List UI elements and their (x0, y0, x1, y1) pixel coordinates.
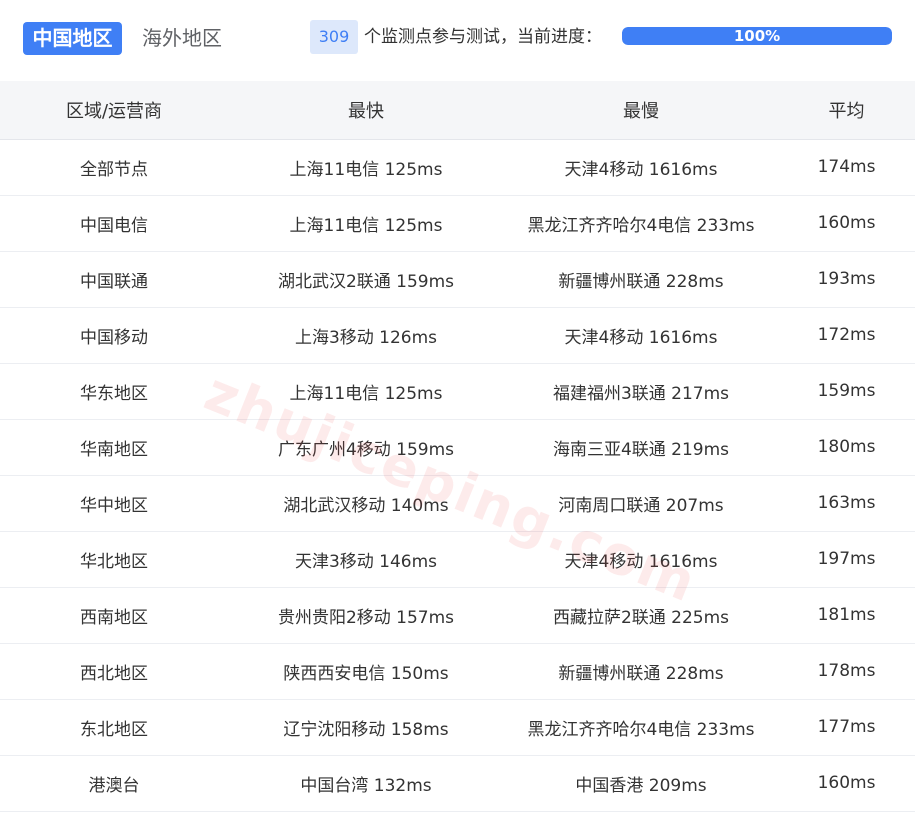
slowest-cell: 海南三亚4联通 219ms (504, 419, 778, 476)
region-cell: 华东地区 (0, 363, 228, 420)
table-row: 中国移动 上海3移动 126ms 天津4移动 1616ms 172ms (0, 307, 915, 364)
fastest-cell: 上海3移动 126ms (228, 307, 504, 364)
region-cell: 中国联通 (0, 251, 228, 308)
table-row: 西北地区 陕西西安电信 150ms 新疆博州联通 228ms 178ms (0, 643, 915, 700)
progress-status-text: 个监测点参与测试，当前进度： (364, 27, 602, 47)
region-cell: 西南地区 (0, 587, 228, 644)
top-bar: 中国地区 海外地区 309 个监测点参与测试，当前进度： 100% (0, 0, 915, 78)
column-header-slowest: 最慢 (504, 81, 778, 140)
column-header-fastest: 最快 (228, 81, 504, 140)
region-cell: 中国电信 (0, 195, 228, 252)
table-row: 华中地区 湖北武汉移动 140ms 河南周口联通 207ms 163ms (0, 475, 915, 532)
average-cell: 180ms (778, 419, 915, 476)
table-row: 华北地区 天津3移动 146ms 天津4移动 1616ms 197ms (0, 531, 915, 588)
progress-percent-label: 100% (733, 27, 781, 45)
average-cell: 172ms (778, 307, 915, 364)
average-cell: 181ms (778, 587, 915, 644)
fastest-cell: 陕西西安电信 150ms (228, 643, 504, 700)
slowest-cell: 天津4移动 1616ms (504, 139, 778, 196)
fastest-cell: 湖北武汉2联通 159ms (228, 251, 504, 308)
average-cell: 193ms (778, 251, 915, 308)
region-cell: 港澳台 (0, 755, 228, 812)
average-cell: 197ms (778, 531, 915, 588)
slowest-cell: 天津4移动 1616ms (504, 307, 778, 364)
results-table: 区域/运营商 最快 最慢 平均 全部节点 上海11电信 125ms 天津4移动 16… (0, 81, 915, 812)
slowest-cell: 福建福州3联通 217ms (504, 363, 778, 420)
table-row: 中国电信 上海11电信 125ms 黑龙江齐齐哈尔4电信 233ms 160ms (0, 195, 915, 252)
fastest-cell: 上海11电信 125ms (228, 363, 504, 420)
average-cell: 159ms (778, 363, 915, 420)
table-row: 港澳台 中国台湾 132ms 中国香港 209ms 160ms (0, 755, 915, 812)
slowest-cell: 天津4移动 1616ms (504, 531, 778, 588)
slowest-cell: 新疆博州联通 228ms (504, 251, 778, 308)
table-row: 华东地区 上海11电信 125ms 福建福州3联通 217ms 159ms (0, 363, 915, 420)
region-cell: 中国移动 (0, 307, 228, 364)
average-cell: 160ms (778, 755, 915, 812)
region-cell: 西北地区 (0, 643, 228, 700)
fastest-cell: 中国台湾 132ms (228, 755, 504, 812)
table-body: 全部节点 上海11电信 125ms 天津4移动 1616ms 174ms 中国电信 上海1… (0, 139, 915, 812)
table-row: 中国联通 湖北武汉2联通 159ms 新疆博州联通 228ms 193ms (0, 251, 915, 308)
fastest-cell: 广东广州4移动 159ms (228, 419, 504, 476)
average-cell: 178ms (778, 643, 915, 700)
table-row: 华南地区 广东广州4移动 159ms 海南三亚4联通 219ms 180ms (0, 419, 915, 476)
slowest-cell: 河南周口联通 207ms (504, 475, 778, 532)
average-cell: 163ms (778, 475, 915, 532)
table-row: 西南地区 贵州贵阳2移动 157ms 西藏拉萨2联通 225ms 181ms (0, 587, 915, 644)
slowest-cell: 新疆博州联通 228ms (504, 643, 778, 700)
slowest-cell: 黑龙江齐齐哈尔4电信 233ms (504, 699, 778, 756)
table-header-row: 区域/运营商 最快 最慢 平均 (0, 81, 915, 140)
region-cell: 全部节点 (0, 139, 228, 196)
fastest-cell: 湖北武汉移动 140ms (228, 475, 504, 532)
column-header-average: 平均 (778, 81, 915, 140)
column-header-region: 区域/运营商 (0, 81, 228, 140)
average-cell: 174ms (778, 139, 915, 196)
average-cell: 177ms (778, 699, 915, 756)
slowest-cell: 西藏拉萨2联通 225ms (504, 587, 778, 644)
fastest-cell: 贵州贵阳2移动 157ms (228, 587, 504, 644)
table-row: 全部节点 上海11电信 125ms 天津4移动 1616ms 174ms (0, 139, 915, 196)
average-cell: 160ms (778, 195, 915, 252)
fastest-cell: 上海11电信 125ms (228, 195, 504, 252)
region-cell: 华中地区 (0, 475, 228, 532)
region-cell: 东北地区 (0, 699, 228, 756)
progress-bar: 100% (622, 27, 892, 45)
fastest-cell: 辽宁沈阳移动 158ms (228, 699, 504, 756)
region-cell: 华北地区 (0, 531, 228, 588)
tab-overseas-region[interactable]: 海外地区 (142, 22, 222, 55)
table-row: 东北地区 辽宁沈阳移动 158ms 黑龙江齐齐哈尔4电信 233ms 177ms (0, 699, 915, 756)
region-cell: 华南地区 (0, 419, 228, 476)
tab-china-region[interactable]: 中国地区 (23, 22, 122, 55)
monitor-count-badge: 309 (310, 20, 358, 54)
fastest-cell: 上海11电信 125ms (228, 139, 504, 196)
fastest-cell: 天津3移动 146ms (228, 531, 504, 588)
slowest-cell: 中国香港 209ms (504, 755, 778, 812)
slowest-cell: 黑龙江齐齐哈尔4电信 233ms (504, 195, 778, 252)
